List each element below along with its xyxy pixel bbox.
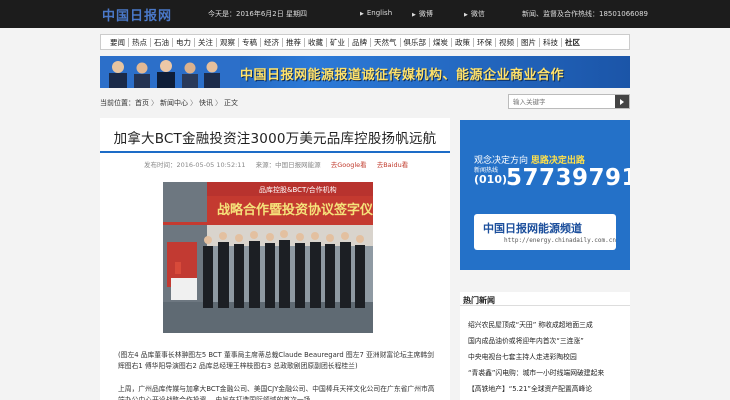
triangle-icon: ▶ — [360, 11, 364, 17]
breadcrumb-current: 正文 — [224, 99, 238, 107]
hot-news-item[interactable]: 【高铁地产】“5.21”全球资产配置高峰论 — [468, 381, 628, 397]
breadcrumb-separator: 〉 — [151, 99, 158, 107]
banner-ad[interactable]: 中国日报网能源报道诚征传媒机构、能源企业商业合作 — [100, 56, 630, 88]
nav-item[interactable]: 俱乐部 — [401, 37, 430, 47]
nav-item[interactable]: 收藏 — [305, 37, 327, 47]
breadcrumb-separator: 〉 — [190, 99, 197, 107]
photo-caption: (图左4 品库董事长林翀图左5 BCT 董事局主席蒂总裁Claude Beaur… — [118, 351, 434, 370]
nav-item[interactable]: 科技 — [540, 37, 562, 47]
ad-area-code: (010) — [474, 173, 508, 186]
main-nav: 要闻 热点 石油 电力 关注 观察 专稿 经济 推荐 收藏 矿业 品牌 天然气 俱乐部 煤炭 政策 环保 视频 图片… — [100, 34, 630, 50]
energy-channel-ad[interactable]: 观念决定方向 思路决定出路 新闻热线 (010) 57739791 中国日报网能… — [460, 120, 630, 270]
english-label: English — [366, 9, 393, 17]
breadcrumb-prefix: 当前位置： — [100, 99, 135, 107]
nav-item[interactable]: 石油 — [151, 37, 173, 47]
nav-item[interactable]: 观察 — [217, 37, 239, 47]
breadcrumb-home[interactable]: 首页 — [135, 99, 149, 107]
english-link[interactable]: ▶ English — [352, 8, 404, 20]
photo-header-text: 品库控股&BCT/合作机构 — [259, 185, 337, 194]
hot-news-list: 绍兴农民屋顶成“天田” 称收成超地面三成 国内成品油价或将迎年内首次“三连涨” … — [468, 317, 628, 397]
ad-channel-url: http://energy.chinadaily.com.cn — [504, 237, 616, 244]
wechat-link[interactable]: ▶ 微信 — [456, 8, 508, 20]
nav-item[interactable]: 视频 — [496, 37, 518, 47]
nav-item[interactable]: 专稿 — [239, 37, 261, 47]
article-source: 来源：中国日报网能源 — [255, 161, 321, 169]
nav-item[interactable]: 热点 — [129, 37, 151, 47]
hot-news-item[interactable]: 国内成品油价或将迎年内首次“三连涨” — [468, 333, 628, 349]
article-photo: 品库控股&BCT/合作机构 战略合作暨投资协议签字仪式 — [163, 182, 373, 333]
article-paragraph: 上周，广州品库传媒与加拿大BCT金融公司、美国CJY金融公司、中国棒兵天祥文化公… — [118, 385, 435, 400]
nav-item[interactable]: 经济 — [261, 37, 283, 47]
nav-item[interactable]: 政策 — [452, 37, 474, 47]
weibo-link[interactable]: ▶ 微博 — [404, 8, 456, 20]
top-links: ▶ English ▶ 微博 ▶ 微信 — [352, 8, 508, 20]
today-date: 今天是：2016年6月2日 星期四 — [208, 10, 307, 18]
weibo-label: 微博 — [418, 10, 433, 18]
nav-item[interactable]: 要闻 — [107, 37, 129, 47]
publish-time: 发布时间：2016-05-05 10:52:11 — [144, 161, 246, 169]
nav-item[interactable]: 矿业 — [327, 37, 349, 47]
banner-people-image — [100, 56, 240, 88]
article-title: 加拿大BCT金融投资注3000万美元品库控股扬帆远航 — [113, 131, 437, 147]
breadcrumb-flash[interactable]: 快讯 — [199, 99, 213, 107]
nav-item[interactable]: 社区 — [562, 38, 583, 47]
breadcrumb: 当前位置：首页〉新闻中心〉快讯〉正文 — [100, 98, 238, 108]
search-input[interactable] — [513, 97, 613, 107]
title-divider — [100, 151, 450, 153]
nav-item[interactable]: 天然气 — [371, 37, 401, 47]
site-logo[interactable]: 中国日报网 — [102, 5, 172, 24]
nav-item[interactable]: 关注 — [195, 37, 217, 47]
breadcrumb-separator: 〉 — [215, 99, 222, 107]
ad-channel-box: 中国日报网能源频道 http://energy.chinadaily.com.c… — [474, 214, 616, 250]
banner-text: 中国日报网能源报道诚征传媒机构、能源企业商业合作 — [240, 68, 565, 83]
hotline-text: 新闻、监督及合作热线：18501066089 — [522, 10, 648, 18]
search-button[interactable] — [615, 95, 629, 108]
triangle-icon: ▶ — [464, 12, 468, 18]
breadcrumb-news-center[interactable]: 新闻中心 — [160, 99, 188, 107]
photo-banner-text: 战略合作暨投资协议签字仪式 — [217, 202, 373, 218]
ad-phone-number: 57739791 — [506, 165, 630, 191]
nav-item[interactable]: 推荐 — [283, 37, 305, 47]
ad-channel-title: 中国日报网能源频道 — [483, 222, 582, 235]
hot-news-divider — [460, 305, 630, 306]
nav-item[interactable]: 电力 — [173, 37, 195, 47]
nav-item[interactable]: 环保 — [474, 37, 496, 47]
nav-item[interactable]: 煤炭 — [430, 37, 452, 47]
triangle-icon: ▶ — [412, 12, 416, 18]
hot-news-item[interactable]: 中央电视台七套主持人走进彩陶校园 — [468, 349, 628, 365]
ceremony-photo-image: 品库控股&BCT/合作机构 战略合作暨投资协议签字仪式 — [163, 182, 373, 333]
nav-item[interactable]: 品牌 — [349, 37, 371, 47]
baidu-link[interactable]: 去Baidu看 — [377, 161, 409, 169]
article-meta: 发布时间：2016-05-05 10:52:11 来源：中国日报网能源 去Goo… — [144, 159, 416, 169]
search-box — [508, 94, 630, 109]
article-panel: 加拿大BCT金融投资注3000万美元品库控股扬帆远航 发布时间：2016-05-… — [100, 118, 450, 400]
hot-news-item[interactable]: 绍兴农民屋顶成“天田” 称收成超地面三成 — [468, 317, 628, 333]
nav-item[interactable]: 图片 — [518, 37, 540, 47]
wechat-label: 微信 — [470, 10, 485, 18]
hot-news-panel: 热门新闻 绍兴农民屋顶成“天田” 称收成超地面三成 国内成品油价或将迎年内首次“… — [460, 292, 630, 400]
google-link[interactable]: 去Google看 — [331, 161, 367, 169]
hot-news-item[interactable]: “青裘鑫”闪电购：城市一小时线端网破建起来 — [468, 365, 628, 381]
top-bar: 中国日报网 今天是：2016年6月2日 星期四 ▶ English ▶ 微博 ▶ 微信… — [0, 0, 730, 28]
